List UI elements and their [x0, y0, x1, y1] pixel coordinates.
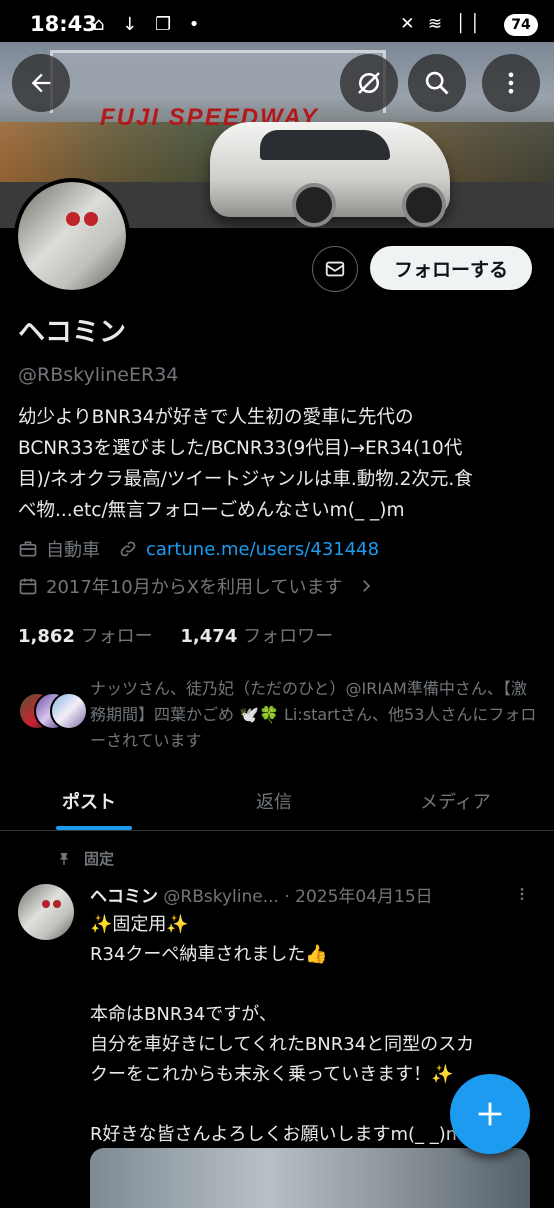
following-count: 1,862	[18, 626, 75, 647]
grok-icon	[358, 72, 380, 94]
profile-stats: 1,862 フォロー 1,474 フォロワー	[18, 622, 333, 648]
post-author-avatar[interactable]	[18, 884, 74, 940]
more-options-button[interactable]	[482, 54, 540, 112]
followers-count: 1,474	[180, 626, 238, 647]
post-image[interactable]	[90, 1148, 530, 1208]
status-system-icons: ✕ ≋ ││	[400, 14, 484, 34]
post-header: ヘコミン @RBskyline... · 2025年04月15日	[90, 882, 433, 907]
following-label: フォロー	[80, 626, 153, 647]
post-line: ✨固定用✨	[90, 914, 189, 935]
profile-category: 自動車	[46, 540, 100, 561]
pinned-label: 固定	[84, 850, 115, 868]
pin-icon	[60, 852, 68, 865]
followers-link[interactable]: 1,474 フォロワー	[180, 626, 333, 647]
profile-website-link[interactable]: cartune.me/users/431448	[146, 539, 379, 560]
compose-post-button[interactable]	[450, 1074, 530, 1154]
profile-joined: 2017年10月からXを利用しています	[46, 577, 343, 598]
profile-bio: 幼少よりBNR34が好きで人生初の愛車に先代の BCNR33を選びました/BCN…	[18, 402, 538, 526]
back-button[interactable]	[12, 54, 70, 112]
post-author-handle[interactable]: @RBskyline...	[163, 887, 279, 907]
status-notification-icons: ⌂ ↓ ❐ •	[93, 14, 206, 35]
post-more-button[interactable]	[514, 884, 530, 909]
followed-by-section[interactable]: ナッツさん、徒乃妃（ただのひと）@IRIAM準備中さん、【激務期間】四葉かごめ …	[18, 676, 538, 756]
tab-media[interactable]: メディア	[420, 788, 491, 814]
grok-button[interactable]	[340, 54, 398, 112]
banner-car	[210, 122, 450, 227]
calendar-icon	[19, 578, 37, 595]
chevron-right-icon	[362, 580, 370, 592]
profile-avatar[interactable]	[14, 178, 130, 294]
followed-by-text: ナッツさん、徒乃妃（ただのひと）@IRIAM準備中さん、【激務期間】四葉かごめ …	[90, 679, 537, 750]
follower-avatar	[50, 692, 88, 730]
profile-joined-row[interactable]: 2017年10月からXを利用しています	[18, 573, 375, 599]
pinned-label-row: 固定	[56, 848, 114, 869]
profile-meta-row: 自動車 cartune.me/users/431448	[18, 536, 379, 562]
profile-handle: @RBskylineER34	[18, 364, 179, 386]
profile-name: ヘコミン	[18, 317, 126, 348]
post-line: 自分を車好きにしてくれたBNR34と同型のスカ	[90, 1034, 475, 1055]
post-date[interactable]: · 2025年04月15日	[284, 887, 432, 907]
bio-line: 目)/ネオクラ最高/ツイートジャンルは車.動物.2次元.食	[18, 469, 473, 490]
bio-line: 幼少よりBNR34が好きで人生初の愛車に先代の	[18, 407, 414, 428]
post-author-name[interactable]: ヘコミン	[90, 887, 158, 907]
post-line: 本命はBNR34ですが、	[90, 1004, 277, 1025]
mail-icon	[325, 261, 345, 277]
plus-icon	[478, 1102, 502, 1126]
followers-label: フォロワー	[243, 626, 334, 647]
search-icon	[425, 71, 449, 95]
search-button[interactable]	[408, 54, 466, 112]
tab-replies[interactable]: 返信	[256, 788, 292, 814]
briefcase-icon	[19, 541, 37, 557]
link-icon	[120, 541, 136, 557]
following-link[interactable]: 1,862 フォロー	[18, 626, 153, 647]
battery-icon: 74	[504, 14, 538, 36]
follow-button[interactable]: フォローする	[370, 246, 532, 290]
back-arrow-icon	[31, 73, 51, 93]
post-line	[90, 970, 540, 1000]
active-tab-indicator	[56, 826, 132, 830]
bio-line: BCNR33を選びました/BCNR33(9代目)→ER34(10代	[18, 438, 463, 459]
tab-posts[interactable]: ポスト	[62, 788, 116, 814]
status-bar: 18:43 ⌂ ↓ ❐ • ✕ ≋ ││ 74	[0, 0, 554, 50]
status-time: 18:43	[30, 12, 97, 36]
post-line: R34クーペ納車されました👍	[90, 944, 328, 965]
profile-tabs: ポスト 返信 メディア	[0, 772, 554, 831]
bio-line: べ物...etc/無言フォローごめんなさいm(_ _)m	[18, 500, 405, 521]
vertical-dots-icon	[508, 72, 514, 94]
vertical-dots-icon	[520, 888, 524, 900]
message-button[interactable]	[312, 246, 358, 292]
